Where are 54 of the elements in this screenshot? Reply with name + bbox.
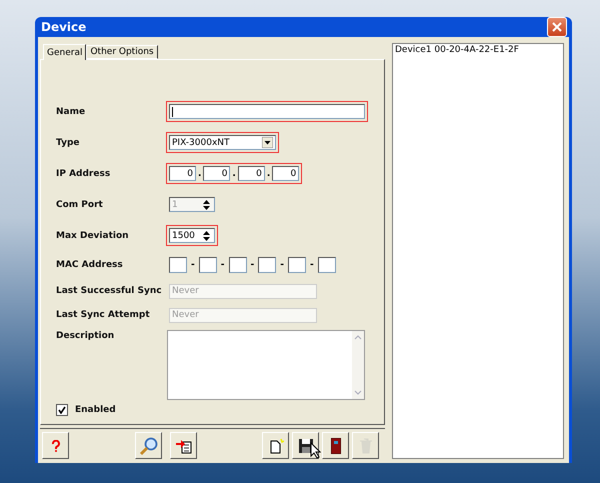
separator: . bbox=[232, 168, 236, 178]
separator: - bbox=[310, 260, 314, 270]
device-list-item[interactable]: Device1 00-20-4A-22-E1-2F bbox=[395, 45, 561, 55]
field-label: Type bbox=[56, 138, 80, 148]
mac-octet-field[interactable] bbox=[288, 257, 306, 273]
exit-button[interactable] bbox=[322, 432, 349, 459]
search-icon bbox=[138, 436, 158, 456]
ip-octet-field[interactable]: 0 bbox=[169, 166, 196, 181]
door-icon bbox=[330, 438, 340, 454]
mouse-cursor-icon bbox=[310, 442, 321, 459]
import-button[interactable] bbox=[170, 432, 197, 459]
ip-octet-field[interactable]: 0 bbox=[203, 166, 230, 181]
close-icon bbox=[552, 22, 562, 32]
field-label: Max Deviation bbox=[56, 230, 130, 240]
checkbox-label: Enabled bbox=[75, 405, 117, 415]
mac-octet-field[interactable] bbox=[318, 257, 336, 273]
sync-field: Never bbox=[169, 308, 317, 322]
field-label: Com Port bbox=[56, 200, 104, 210]
question-mark-icon bbox=[50, 440, 60, 452]
mac-octet-field[interactable] bbox=[198, 257, 217, 273]
field-label: MAC Address bbox=[56, 260, 124, 270]
separator: - bbox=[191, 260, 195, 270]
ip-octet-field[interactable]: 0 bbox=[238, 166, 265, 181]
field-label: IP Address bbox=[56, 168, 112, 178]
separator: - bbox=[280, 260, 284, 270]
ip-octet-field[interactable]: 0 bbox=[272, 166, 300, 181]
search-button[interactable] bbox=[135, 432, 162, 459]
window-title: Device bbox=[41, 20, 86, 34]
separator: - bbox=[250, 260, 254, 270]
new-button[interactable] bbox=[262, 432, 289, 459]
mac-octet-field[interactable] bbox=[169, 257, 187, 273]
mac-octet-field[interactable] bbox=[258, 257, 276, 273]
type-dropdown[interactable]: PIX-3000xNT bbox=[169, 135, 276, 150]
separator: . bbox=[198, 168, 202, 178]
field-label: Last Sync Attempt bbox=[56, 310, 151, 320]
new-document-icon bbox=[268, 438, 284, 454]
close-button[interactable] bbox=[547, 17, 567, 37]
tab[interactable]: Other Options bbox=[86, 45, 158, 59]
separator: . bbox=[266, 168, 270, 178]
tab[interactable]: General bbox=[43, 44, 86, 60]
sync-field: Never bbox=[169, 284, 317, 298]
field-label: Last Successful Sync bbox=[56, 286, 163, 296]
separator: - bbox=[220, 260, 224, 270]
mac-octet-field[interactable] bbox=[228, 257, 246, 273]
spin-arrows-icon[interactable] bbox=[201, 230, 212, 242]
dropdown-arrow-icon[interactable] bbox=[262, 137, 273, 148]
checkbox[interactable] bbox=[56, 404, 68, 416]
help-button[interactable] bbox=[42, 432, 69, 459]
name-field[interactable] bbox=[166, 101, 368, 122]
field-label: Name bbox=[56, 106, 86, 116]
field-label: Description bbox=[56, 330, 116, 341]
arrow-into-document-icon bbox=[174, 438, 192, 454]
spin-field[interactable]: 1500 bbox=[169, 228, 215, 243]
save-button[interactable] bbox=[292, 432, 319, 459]
